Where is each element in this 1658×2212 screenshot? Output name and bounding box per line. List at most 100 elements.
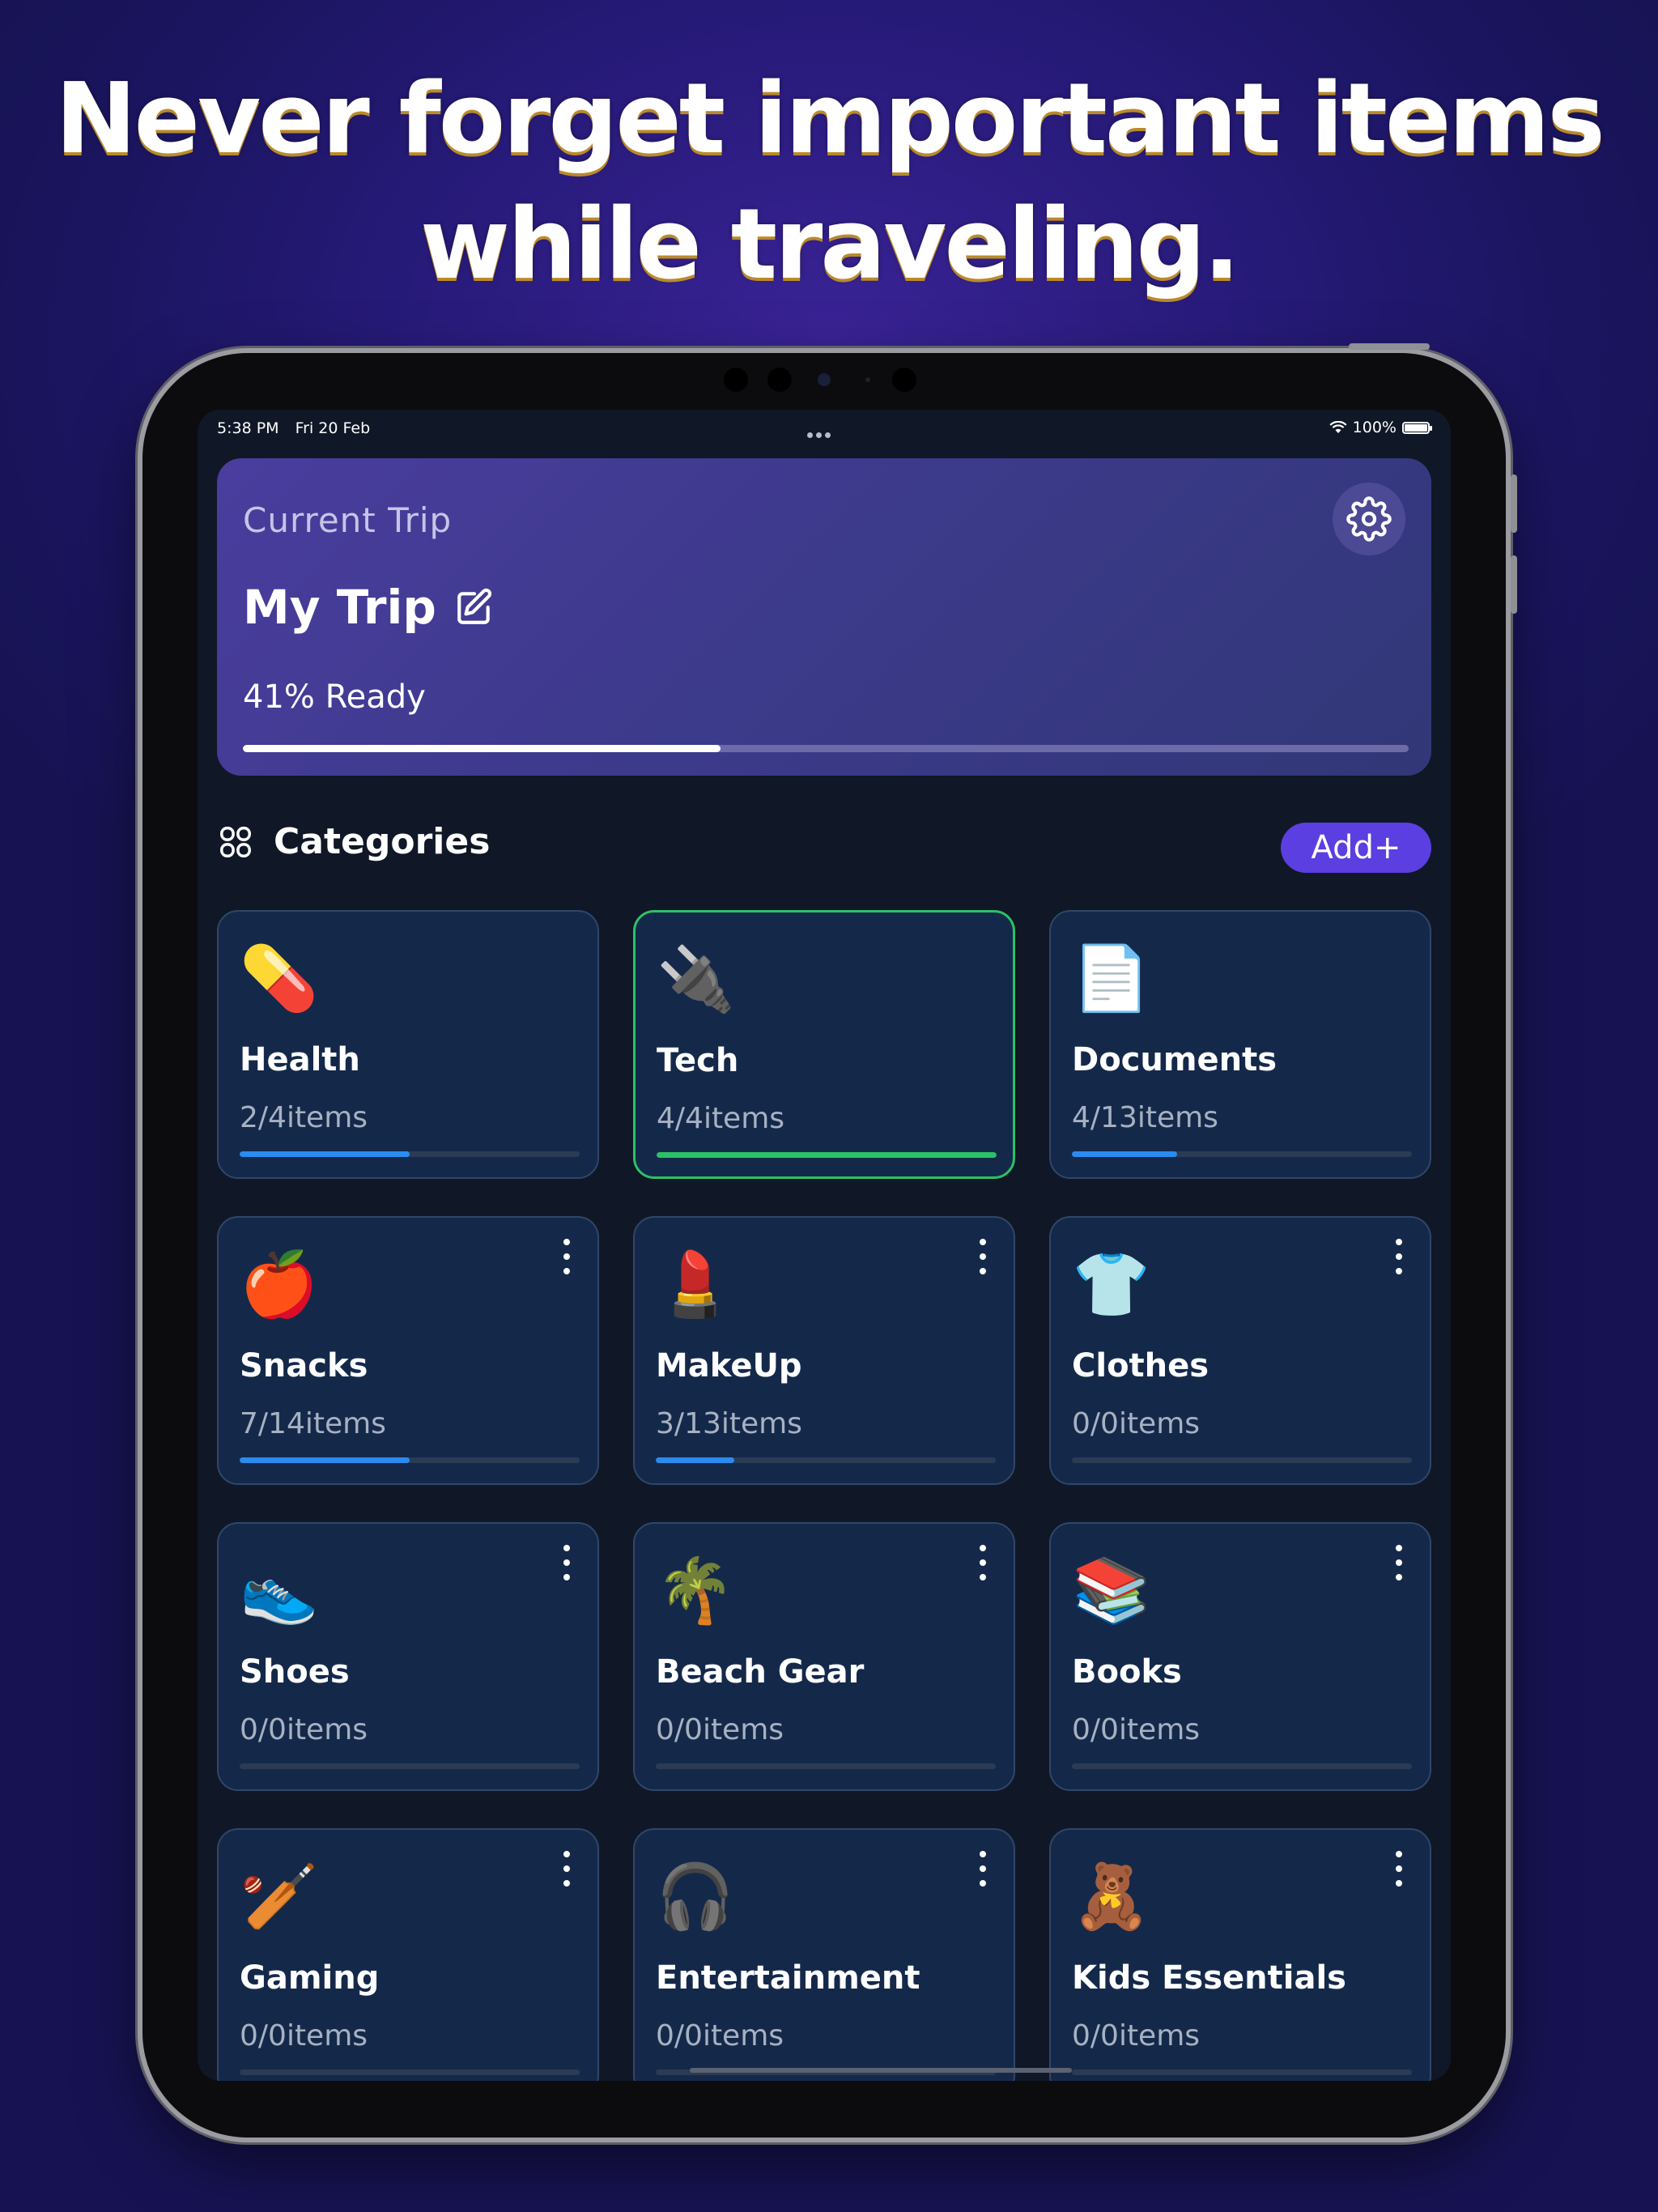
settings-button[interactable]: [1333, 483, 1405, 555]
battery-percent: 100%: [1352, 419, 1397, 436]
category-title: MakeUp: [656, 1347, 802, 1385]
category-item-count: 0/0items: [240, 2019, 368, 2052]
trip-progress-bar: [243, 745, 1409, 752]
category-title: Entertainment: [656, 1959, 920, 1997]
category-card[interactable]: 💄 MakeUp 3/13items: [633, 1216, 1015, 1485]
status-date: Fri 20 Feb: [295, 419, 371, 437]
more-vertical-icon[interactable]: [1389, 1239, 1409, 1274]
app-screen: 5:38 PM Fri 20 Feb 100% Current Trip My …: [198, 410, 1451, 2081]
category-progress-fill: [657, 1152, 997, 1158]
category-progress-fill: [656, 1457, 734, 1463]
category-title: Kids Essentials: [1072, 1959, 1346, 1997]
status-bar: 5:38 PM Fri 20 Feb 100%: [198, 410, 1451, 445]
wifi-icon: [1329, 421, 1347, 433]
category-title: Shoes: [240, 1653, 350, 1691]
category-item-count: 4/4items: [657, 1102, 785, 1135]
more-vertical-icon[interactable]: [557, 1239, 576, 1274]
current-trip-label: Current Trip: [243, 500, 453, 540]
category-card[interactable]: 📚 Books 0/0items: [1049, 1522, 1431, 1791]
category-card[interactable]: 💊 Health 2/4items: [217, 910, 599, 1179]
category-progress-bar: [240, 2069, 580, 2075]
category-item-count: 4/13items: [1072, 1101, 1218, 1134]
category-card[interactable]: 👟 Shoes 0/0items: [217, 1522, 599, 1791]
add-category-button[interactable]: Add+: [1281, 823, 1431, 873]
category-card[interactable]: 🧸 Kids Essentials 0/0items: [1049, 1828, 1431, 2081]
top-button: [1349, 343, 1430, 350]
categories-header: Categories: [217, 821, 490, 862]
category-emoji-icon: 💄: [656, 1249, 735, 1321]
more-vertical-icon[interactable]: [973, 1545, 993, 1580]
gear-icon: [1346, 496, 1392, 542]
category-emoji-icon: 👕: [1072, 1249, 1151, 1321]
category-progress-bar: [240, 1763, 580, 1769]
category-progress-fill: [1072, 1151, 1178, 1157]
headline-line-1: Never forget important items: [55, 63, 1605, 176]
volume-up-button: [1511, 474, 1517, 533]
category-item-count: 0/0items: [656, 2019, 784, 2052]
category-emoji-icon: 🎧: [656, 1861, 735, 1933]
more-vertical-icon[interactable]: [1389, 1545, 1409, 1580]
category-progress-bar: [656, 1457, 996, 1463]
status-time: 5:38 PM: [217, 419, 279, 437]
category-item-count: 0/0items: [1072, 1713, 1201, 1746]
category-card[interactable]: 🌴 Beach Gear 0/0items: [633, 1522, 1015, 1791]
more-vertical-icon[interactable]: [557, 1545, 576, 1580]
category-item-count: 0/0items: [656, 1713, 784, 1746]
trip-progress-fill: [243, 745, 721, 752]
categories-title: Categories: [274, 821, 491, 862]
more-vertical-icon[interactable]: [973, 1851, 993, 1887]
category-title: Health: [240, 1041, 360, 1078]
category-emoji-icon: 👟: [240, 1555, 319, 1627]
trip-name-row: My Trip: [243, 580, 495, 635]
category-progress-bar: [656, 1763, 996, 1769]
category-emoji-icon: 🏏: [240, 1861, 319, 1933]
category-progress-bar: [1072, 2069, 1412, 2075]
category-progress-bar: [1072, 1763, 1412, 1769]
category-item-count: 3/13items: [656, 1407, 802, 1440]
category-emoji-icon: 🧸: [1072, 1861, 1151, 1933]
multitasking-dots-icon[interactable]: [806, 424, 832, 442]
current-trip-card[interactable]: Current Trip My Trip 41% Ready: [217, 458, 1431, 776]
volume-down-button: [1511, 555, 1517, 614]
tablet-device-frame: 5:38 PM Fri 20 Feb 100% Current Trip My …: [142, 343, 1517, 2138]
marketing-headline: Never forget important items while trave…: [0, 57, 1658, 308]
category-emoji-icon: 🔌: [657, 943, 736, 1016]
category-title: Documents: [1072, 1041, 1278, 1078]
category-progress-bar: [1072, 1457, 1412, 1463]
category-emoji-icon: 💊: [240, 942, 319, 1015]
battery-icon: [1402, 421, 1432, 434]
category-card[interactable]: 👕 Clothes 0/0items: [1049, 1216, 1431, 1485]
more-vertical-icon[interactable]: [1389, 1851, 1409, 1887]
category-progress-bar: [240, 1151, 580, 1157]
category-emoji-icon: 📄: [1072, 942, 1151, 1015]
home-indicator[interactable]: [690, 2068, 1072, 2073]
category-item-count: 7/14items: [240, 1407, 386, 1440]
trip-name: My Trip: [243, 580, 436, 635]
category-title: Beach Gear: [656, 1653, 865, 1691]
category-title: Clothes: [1072, 1347, 1209, 1385]
category-card[interactable]: 🎧 Entertainment 0/0items: [633, 1828, 1015, 2081]
category-title: Tech: [657, 1042, 739, 1079]
category-progress-fill: [240, 1457, 410, 1463]
sensor-dot: [724, 368, 748, 392]
category-item-count: 0/0items: [240, 1713, 368, 1746]
category-item-count: 2/4items: [240, 1101, 368, 1134]
category-card[interactable]: 📄 Documents 4/13items: [1049, 910, 1431, 1179]
category-title: Books: [1072, 1653, 1182, 1691]
category-progress-bar: [657, 1152, 997, 1158]
sensor-dot: [865, 377, 870, 382]
pencil-edit-icon[interactable]: [454, 587, 495, 627]
category-item-count: 0/0items: [1072, 2019, 1201, 2052]
category-card[interactable]: 🍎 Snacks 7/14items: [217, 1216, 599, 1485]
category-title: Gaming: [240, 1959, 380, 1997]
more-vertical-icon[interactable]: [557, 1851, 576, 1887]
category-card[interactable]: 🏏 Gaming 0/0items: [217, 1828, 599, 2081]
trip-ready-text: 41% Ready: [243, 678, 426, 716]
category-item-count: 0/0items: [1072, 1407, 1201, 1440]
sensor-dot: [767, 368, 792, 392]
category-emoji-icon: 🍎: [240, 1249, 319, 1321]
more-vertical-icon[interactable]: [973, 1239, 993, 1274]
category-progress-fill: [240, 1151, 410, 1157]
category-title: Snacks: [240, 1347, 368, 1385]
category-card[interactable]: 🔌 Tech 4/4items: [633, 910, 1015, 1179]
